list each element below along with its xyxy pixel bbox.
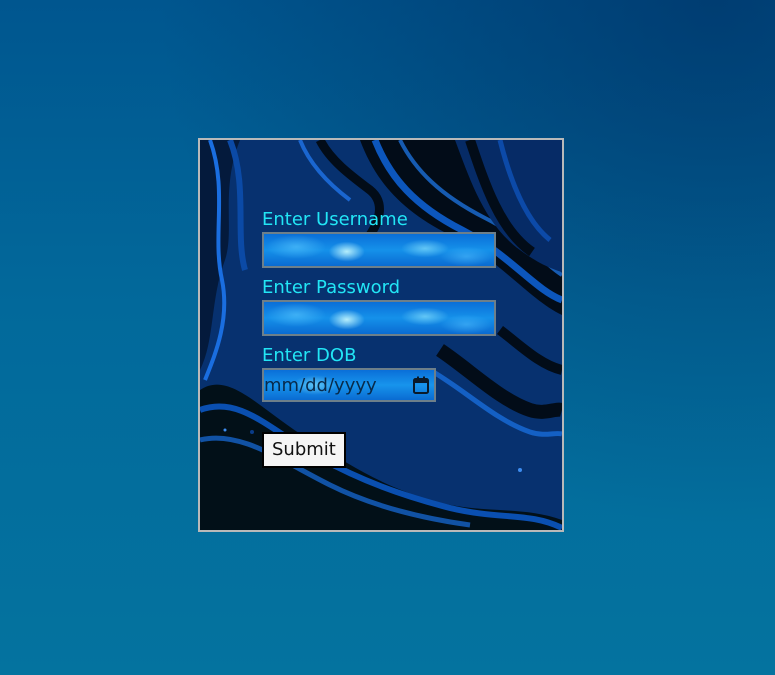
calendar-icon[interactable] — [413, 376, 429, 394]
username-input[interactable] — [262, 232, 496, 268]
username-label: Enter Username — [262, 209, 408, 230]
dob-date-input[interactable]: mm/dd/yyyy — [262, 368, 436, 402]
submit-button[interactable]: Submit — [262, 432, 346, 468]
dob-placeholder: mm/dd/yyyy — [264, 375, 377, 396]
password-label: Enter Password — [262, 277, 401, 298]
dob-label: Enter DOB — [262, 345, 357, 366]
login-card: Enter Username Enter Password Enter DOB … — [198, 138, 564, 532]
password-input[interactable] — [262, 300, 496, 336]
login-form: Enter Username Enter Password Enter DOB … — [262, 208, 502, 468]
